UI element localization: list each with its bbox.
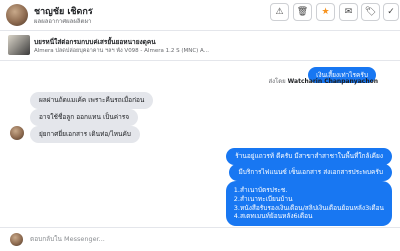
contact-avatar[interactable] bbox=[6, 4, 28, 26]
message-line: 1.สำเนาบัตรประช. bbox=[233, 186, 288, 194]
sent-by-prefix: ส่งโดย bbox=[268, 78, 286, 85]
listing-thumbnail bbox=[8, 35, 30, 55]
listing-subtitle: Almera ปลดปล่อยบุคอาคาน ฯลฯ พัง V098 - A… bbox=[34, 48, 209, 54]
sent-by-label: ส่งโดย Watcharin Chanpanyachon bbox=[268, 76, 378, 86]
message-line: 4.สเตทเมนท์ย้อนหลัง6เดือน bbox=[233, 212, 313, 221]
star-icon: ★ bbox=[321, 7, 330, 17]
sender-avatar bbox=[10, 126, 24, 140]
incoming-message: ยุ่ยกาศยี่ยเอกสาร เดินท่อ/ไหนคับ bbox=[30, 126, 140, 143]
outgoing-message: ร้านอยู่แถวรท้ ดีครับ มีสาขาสำสาชาในพื้น… bbox=[226, 148, 392, 165]
user-avatar bbox=[10, 233, 23, 246]
listing-title: บยรหนี่ใส่ต่อกรมกบบค่เสรยั้นยอหนายงดุคน bbox=[34, 38, 156, 46]
tag-button[interactable]: 🏷 bbox=[361, 3, 380, 21]
warning-icon: ⚠ bbox=[275, 7, 284, 17]
chevron-down-icon[interactable]: ⌄ bbox=[88, 4, 95, 12]
mail-icon: ✉ bbox=[344, 7, 353, 17]
outgoing-message: มีบริการไฟแนนซ์ เซ็นเอกสาร ส่งเอกสารประพ… bbox=[229, 164, 392, 181]
done-button[interactable]: ✓ bbox=[383, 3, 399, 21]
trash-icon: 🗑 bbox=[296, 7, 309, 17]
incoming-message: อาจใช้ชื่อลูก ออกแทน เป็นค่ารจ bbox=[30, 109, 139, 126]
outgoing-message: 1.สำเนาบัตรประช. 2.สำเนาทะเบียนบ้าน 3.หน… bbox=[225, 181, 392, 227]
warning-button[interactable]: ⚠ bbox=[270, 3, 289, 21]
message-line: 3.หนังสือรับรองเงินเดือน/สลิปเงินเดือนย้… bbox=[233, 203, 384, 212]
check-icon: ✓ bbox=[387, 7, 395, 17]
contact-subtitle: ผลผลอากาศผลผลิตผา bbox=[34, 18, 92, 25]
incoming-message: ผลผ่านถ้ดแมเค้ค เพราะคืนรถเมื่อก่อน bbox=[30, 92, 154, 109]
delete-button[interactable]: 🗑 bbox=[293, 3, 312, 21]
conversation-header: ชาญชัย เชิดกร ผลผลอากาศผลผลิตผา ⌄ ⚠ 🗑 ★ … bbox=[0, 0, 400, 31]
mail-button[interactable]: ✉ bbox=[339, 3, 358, 21]
tag-icon: 🏷 bbox=[364, 7, 377, 17]
reply-input[interactable] bbox=[30, 233, 360, 245]
message-composer bbox=[0, 227, 400, 251]
message-line: 2.สำเนาทะเบียนบ้าน bbox=[233, 194, 293, 203]
sent-by-name: Watcharin Chanpanyachon bbox=[287, 78, 378, 85]
marketplace-listing[interactable]: บยรหนี่ใส่ต่อกรมกบบค่เสรยั้นยอหนายงดุคน … bbox=[0, 32, 400, 61]
star-button[interactable]: ★ bbox=[316, 3, 335, 21]
